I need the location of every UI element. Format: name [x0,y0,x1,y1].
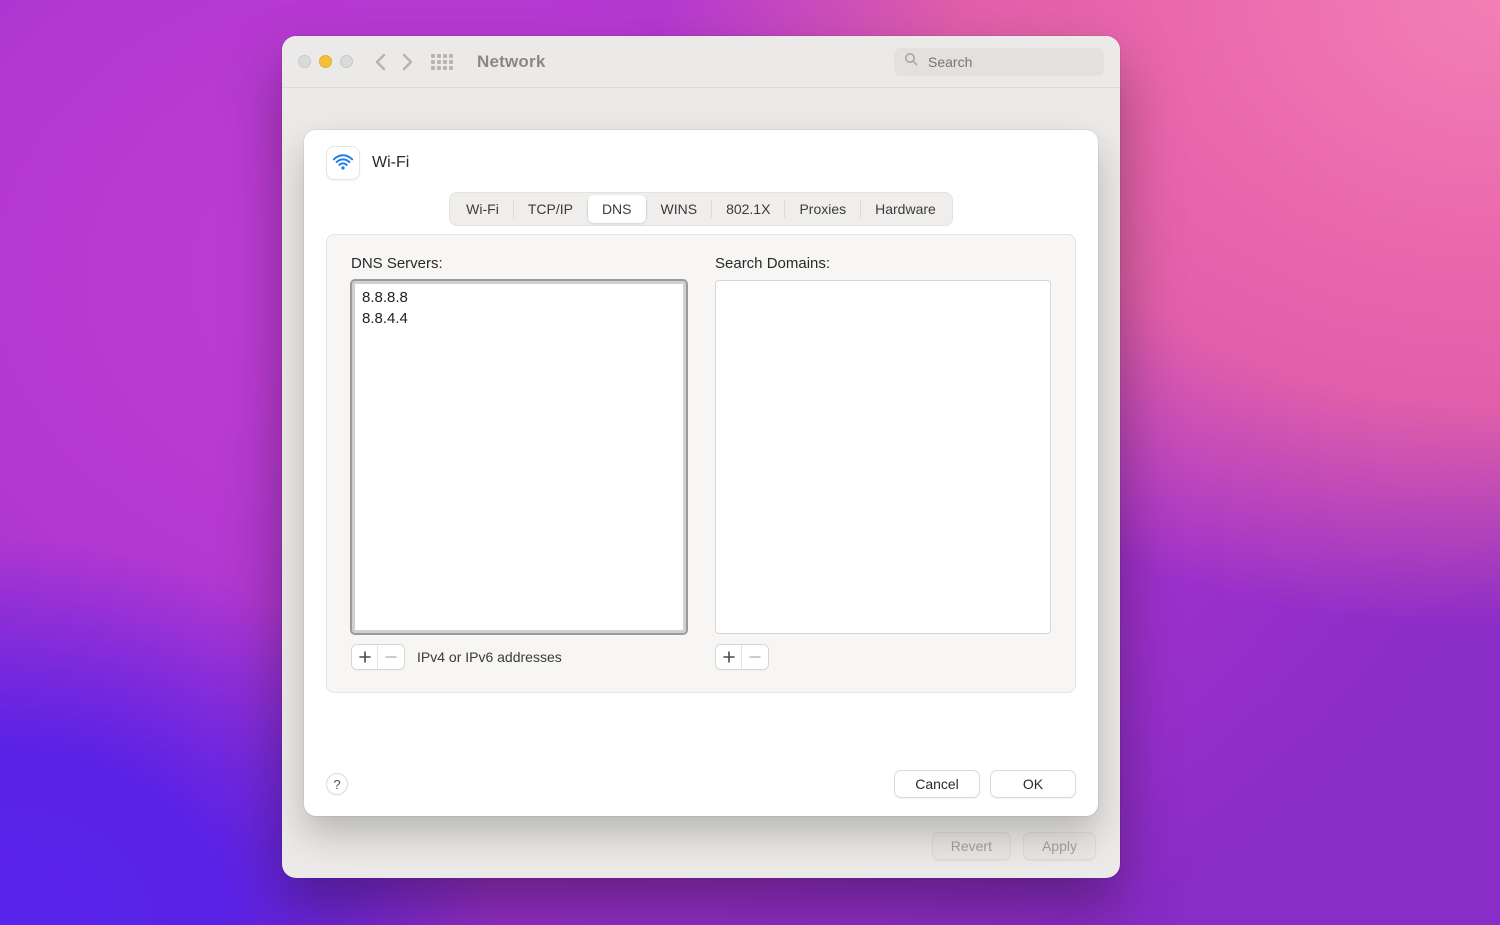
ok-button[interactable]: OK [990,770,1076,798]
minus-icon[interactable] [378,645,404,669]
zoom-button[interactable] [340,55,353,68]
dns-hint: IPv4 or IPv6 addresses [417,649,562,665]
cancel-button[interactable]: Cancel [894,770,980,798]
wifi-icon [326,146,360,180]
desktop-background: Network Revert Apply [0,0,1500,925]
plus-icon[interactable] [352,645,378,669]
search-input[interactable] [926,53,1094,71]
close-button[interactable] [298,55,311,68]
sheet-header: Wi-Fi [304,130,1098,186]
dns-add-remove [351,644,405,670]
sheet-title: Wi-Fi [372,154,409,172]
tab-hardware[interactable]: Hardware [861,195,950,223]
list-item[interactable]: 8.8.8.8 [360,287,678,308]
tabs: Wi-Fi TCP/IP DNS WINS 802.1X Proxies Har… [304,186,1098,226]
chevron-left-icon[interactable] [373,53,389,71]
dns-servers-label: DNS Servers: [351,255,687,272]
help-button[interactable]: ? [326,773,348,795]
wifi-advanced-sheet: Wi-Fi Wi-Fi TCP/IP DNS WINS 802.1X Proxi… [304,130,1098,816]
minimize-button[interactable] [319,55,332,68]
tab-8021x[interactable]: 802.1X [712,195,784,223]
tab-wins[interactable]: WINS [647,195,712,223]
revert-button[interactable]: Revert [932,832,1011,860]
window-controls [298,55,353,68]
search-domains-column: Search Domains: [715,255,1051,670]
search-domains-label: Search Domains: [715,255,1051,272]
search-icon [904,52,918,71]
nav-buttons [373,53,453,71]
domains-add-remove [715,644,769,670]
tab-wifi[interactable]: Wi-Fi [452,195,513,223]
grid-icon[interactable] [431,54,453,70]
chevron-right-icon[interactable] [399,53,415,71]
dns-servers-list[interactable]: 8.8.8.88.8.4.4 [351,280,687,634]
search-domains-list[interactable] [715,280,1051,634]
minus-icon[interactable] [742,645,768,669]
window-title: Network [477,52,545,72]
dns-servers-column: DNS Servers: 8.8.8.88.8.4.4 [351,255,687,670]
dns-panel: DNS Servers: 8.8.8.88.8.4.4 [326,234,1076,693]
segmented-tabs: Wi-Fi TCP/IP DNS WINS 802.1X Proxies Har… [449,192,953,226]
tab-proxies[interactable]: Proxies [785,195,860,223]
tab-tcpip[interactable]: TCP/IP [514,195,587,223]
sheet-footer: ? Cancel OK [304,756,1098,816]
system-preferences-window: Network Revert Apply [282,36,1120,878]
tab-dns[interactable]: DNS [588,195,646,223]
search-field[interactable] [894,48,1104,76]
parent-footer: Revert Apply [932,832,1096,860]
list-item[interactable]: 8.8.4.4 [360,308,678,329]
apply-button[interactable]: Apply [1023,832,1096,860]
plus-icon[interactable] [716,645,742,669]
titlebar: Network [282,36,1120,88]
